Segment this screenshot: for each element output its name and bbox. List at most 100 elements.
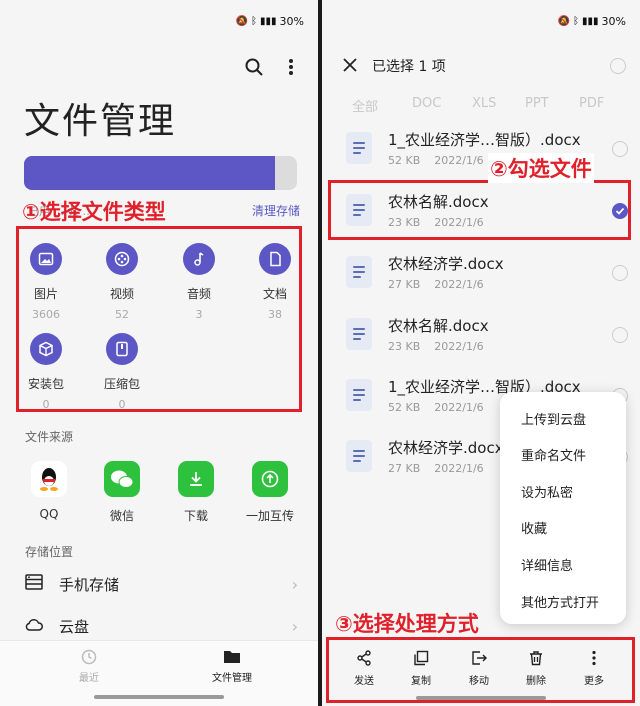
source-oneplus-share[interactable]: 一加互传 [240,461,300,524]
cloud-drive-row[interactable]: 云盘 › [25,614,298,638]
menu-rename[interactable]: 重命名文件 [521,445,586,464]
source-download[interactable]: 下载 [166,461,226,524]
category-label: 音频 [186,287,211,301]
category-image[interactable]: 图片 3606 [16,243,76,321]
nav-file-management[interactable]: 文件管理 [202,649,262,684]
file-date: 2022/1/6 [434,154,484,167]
file-row[interactable]: 农林名解.docx 23 KB 2022/1/6 [322,303,640,365]
delete-button[interactable]: 删除 [511,650,561,687]
file-size: 52 KB [388,401,421,414]
menu-details[interactable]: 详细信息 [521,555,573,574]
category-video[interactable]: 视频 52 [92,243,152,321]
action-label: 复制 [411,676,431,687]
signal-icon: ▮▮▮ [260,16,277,27]
action-label: 删除 [526,676,546,687]
file-size: 23 KB [388,340,421,353]
chevron-right-icon: › [291,616,298,636]
more-options-menu: 上传到云盘 重命名文件 设为私密 收藏 详细信息 其他方式打开 [500,392,626,624]
file-date: 2022/1/6 [434,462,484,475]
menu-favorite[interactable]: 收藏 [521,518,547,537]
status-bar: 🔕 ᛒ ▮▮▮ 30% [322,0,640,44]
tab-doc[interactable]: DOC [412,96,441,111]
doc-file-icon [346,132,372,164]
download-icon [178,461,214,497]
source-label: 下载 [183,509,208,523]
file-size: 27 KB [388,462,421,475]
close-icon[interactable] [338,53,362,77]
file-select-radio[interactable] [612,327,628,343]
package-icon [30,333,62,365]
clean-storage-link[interactable]: 清理存储 [252,202,300,219]
file-date: 2022/1/6 [434,340,484,353]
file-type-tabs: 全部 DOC XLS PPT PDF [322,96,640,116]
nav-recent[interactable]: 最近 [59,649,119,684]
category-archive[interactable]: 压缩包 0 [92,333,152,411]
category-label: 安装包 [27,377,64,391]
category-count: 52 [115,308,129,321]
copy-button[interactable]: 复制 [396,650,446,687]
mute-icon: 🔕 [557,16,571,27]
share-icon [357,650,371,666]
source-qq[interactable]: QQ [19,461,79,521]
bottom-nav: 最近 文件管理 [0,640,318,706]
category-audio[interactable]: 音频 3 [169,243,229,321]
nav-label: 文件管理 [212,673,252,684]
home-indicator[interactable] [416,696,546,700]
file-select-radio[interactable] [612,265,628,281]
source-wechat[interactable]: 微信 [92,461,152,524]
doc-file-icon [346,256,372,288]
annotation-step-1: ①选择文件类型 [22,200,166,224]
location-label: 云盘 [59,617,90,636]
category-count: 38 [268,308,282,321]
category-count: 0 [118,398,126,411]
folder-icon [224,651,240,663]
selection-title: 已选择 1 项 [372,59,446,75]
storage-location-header: 存储位置 [25,545,74,559]
copy-icon [414,650,429,666]
bluetooth-icon: ᛒ [573,16,580,27]
storage-usage-bar[interactable] [24,156,297,190]
category-document[interactable]: 文档 38 [245,243,305,321]
move-icon [472,651,487,665]
annotation-box-selected-file [328,180,631,240]
menu-open-with[interactable]: 其他方式打开 [521,592,599,611]
cloud-icon [25,617,43,636]
battery-level: 30% [601,15,626,28]
source-label: 一加互传 [245,509,294,523]
sources-header: 文件来源 [25,430,74,444]
more-button[interactable]: 更多 [569,650,619,687]
menu-upload-cloud[interactable]: 上传到云盘 [521,409,586,428]
archive-icon [106,333,138,365]
annotation-step-3: ③选择处理方式 [335,612,479,636]
select-all-radio[interactable] [610,58,626,74]
menu-set-private[interactable]: 设为私密 [521,482,573,501]
clock-icon [81,649,97,665]
search-icon[interactable] [242,55,266,79]
file-date: 2022/1/6 [434,401,484,414]
send-button[interactable]: 发送 [339,650,389,687]
more-options-icon[interactable] [279,55,303,79]
home-indicator[interactable] [94,695,224,699]
phone-storage-row[interactable]: 手机存储 › [25,572,298,596]
file-row[interactable]: 农林经济学.docx 27 KB 2022/1/6 [322,241,640,303]
chevron-right-icon: › [291,574,298,594]
category-package[interactable]: 安装包 0 [16,333,76,411]
doc-file-icon [346,440,372,472]
tab-xls[interactable]: XLS [472,96,496,111]
move-button[interactable]: 移动 [454,650,504,687]
video-icon [106,243,138,275]
share-transfer-icon [252,461,288,497]
category-count: 0 [42,398,50,411]
tab-ppt[interactable]: PPT [525,96,549,111]
file-name: 农林经济学.docx [388,255,504,273]
phone-storage-icon [25,574,43,594]
file-name: 1_农业经济学…智版）.docx [388,131,581,149]
tab-pdf[interactable]: PDF [579,96,604,111]
file-select-radio[interactable] [612,141,628,157]
category-label: 图片 [33,287,58,301]
source-label: QQ [39,507,59,521]
tab-all[interactable]: 全部 [352,96,378,115]
mute-icon: 🔕 [235,16,249,27]
category-label: 文档 [262,287,287,301]
location-label: 手机存储 [59,575,120,594]
